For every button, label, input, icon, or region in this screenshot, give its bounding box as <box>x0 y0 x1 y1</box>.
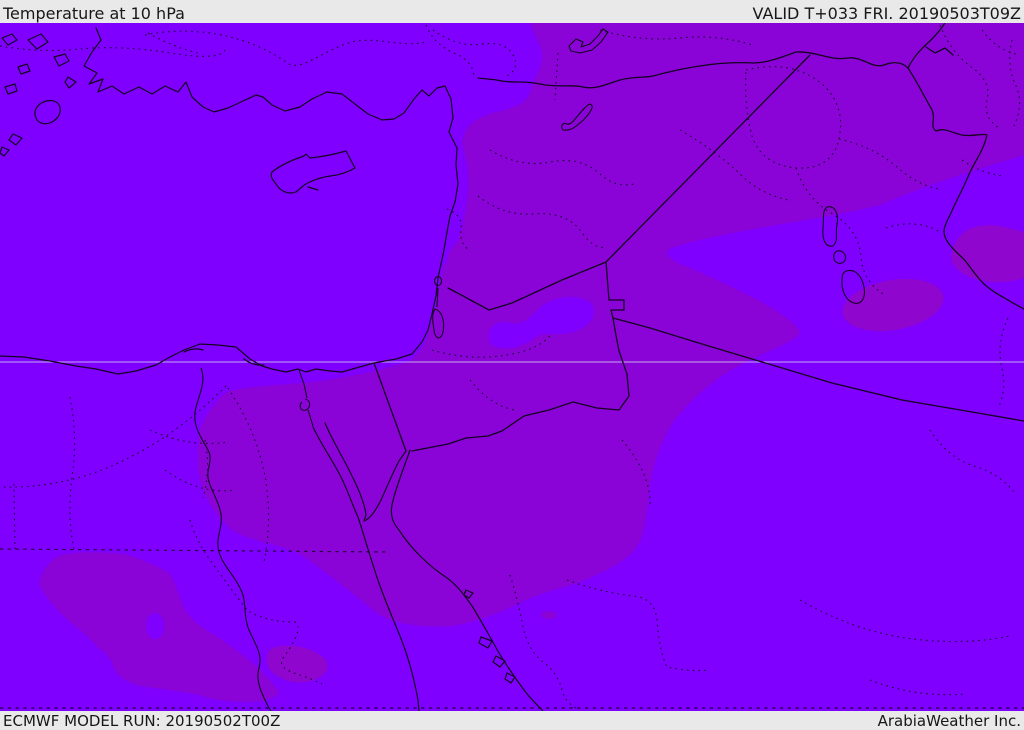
map-title: Temperature at 10 hPa <box>3 3 185 23</box>
model-run-label: ECMWF MODEL RUN: 20190502T00Z <box>3 711 281 730</box>
temp-hole-southwest-blob <box>146 613 164 639</box>
temp-blip-small <box>541 611 557 619</box>
temperature-fill-layer <box>0 23 1024 711</box>
footer-bar: ECMWF MODEL RUN: 20190502T00Z ArabiaWeat… <box>0 711 1024 729</box>
brand-label: ArabiaWeather Inc. <box>877 711 1021 730</box>
valid-time-label: VALID T+033 FRI. 20190503T09Z <box>752 3 1021 23</box>
temperature-map-canvas <box>0 23 1024 711</box>
weather-map <box>0 23 1024 711</box>
title-bar: Temperature at 10 hPa VALID T+033 FRI. 2… <box>0 0 1024 23</box>
